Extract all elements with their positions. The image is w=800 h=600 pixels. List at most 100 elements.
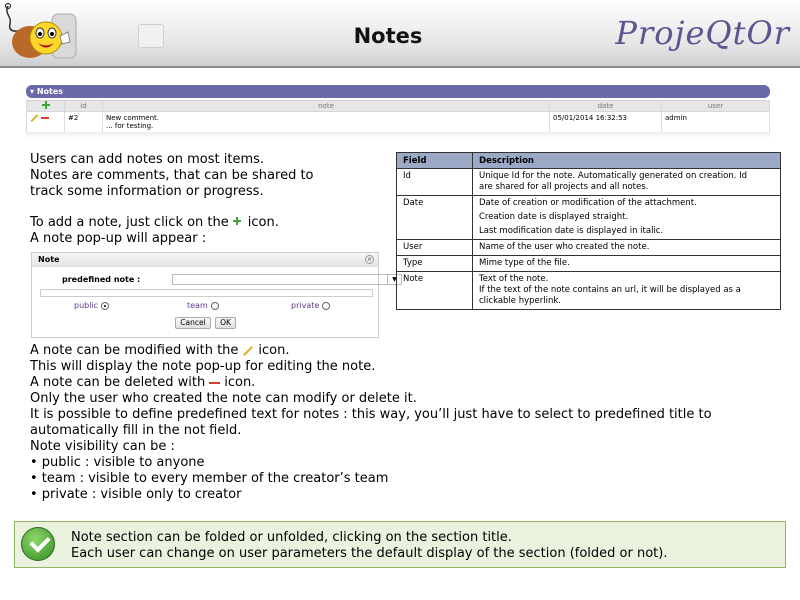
placeholder-box [138,24,164,48]
brand-logo-text: ProjeQtOr [615,14,790,52]
tip-callout: Note section can be folded or unfolded, … [14,521,786,568]
slide-header: Notes ProjeQtOr [0,0,800,68]
description-cell: Mime type of the file. [472,255,781,272]
delete-icon[interactable] [41,117,50,119]
text-line: Only the user who created the note can m… [30,391,417,406]
radio-button[interactable] [322,301,331,310]
add-icon[interactable] [41,101,50,109]
add-icon [232,217,244,228]
text-line: A note can be deleted with [30,375,206,390]
text-line: Creation date is displayed straight. [479,212,629,222]
text-line: If the text of the note contains an url,… [479,285,741,295]
popup-title-bar: Note × [32,253,378,267]
table-row: Note Text of the note. If the text of th… [396,271,781,310]
smiley-mascot-logo [4,2,77,59]
notes-section-title[interactable]: ▾ Notes [26,85,770,98]
notes-table: id note date user #2 New comment. ... fo… [26,100,770,134]
body-text: A note can be modified with the icon. Thi… [30,343,712,503]
text-line: Note visibility can be : [30,439,175,454]
cell-id: #2 [64,111,103,134]
section-shadow [26,132,770,138]
page-title: Notes [353,24,423,48]
text-line: A note can be modified with the [30,343,239,358]
popup-title: Note [38,255,60,264]
text-line: Each user can change on user parameters … [71,546,668,561]
visibility-public[interactable]: public [74,301,110,310]
text-line: A note pop-up will appear : [30,231,207,246]
field-cell: Type [396,255,473,272]
radio-label: public [74,301,99,310]
add-note-header[interactable] [26,100,65,112]
text-line: Unique Id for the note. Automatically ge… [479,171,748,181]
text-line: are shared for all projects and all note… [479,182,649,192]
edit-icon[interactable] [30,114,39,122]
text-line: Users can add notes on most items. [30,152,265,167]
notes-section-label: Notes [36,87,64,96]
callout-text: Note section can be folded or unfolded, … [71,530,667,562]
notes-table-header: id note date user [26,100,770,112]
cancel-button[interactable]: Cancel [175,317,211,329]
edit-icon [243,345,254,356]
text-line: This will display the note pop-up for ed… [30,359,376,374]
field-header: Field [396,152,473,169]
predefined-note-label: predefined note : [62,275,141,284]
note-text-field[interactable] [40,289,373,297]
description-cell: Date of creation or modification of the … [472,195,781,240]
col-user: user [661,100,770,112]
text-line: It is possible to define predefined text… [30,407,712,422]
list-item: • private : visible only to creator [30,487,242,502]
text-line: Last modification date is displayed in i… [479,226,664,236]
table-row: Type Mime type of the file. [396,255,781,272]
description-cell: Text of the note. If the text of the not… [472,271,781,310]
cell-note: New comment. ... for testing. [102,111,550,134]
list-item: • public : visible to anyone [30,455,205,470]
check-icon [21,527,55,561]
field-description-table: Field Description Id Unique Id for the n… [396,152,781,310]
radio-button[interactable] [101,301,110,310]
text-line: icon. [247,215,279,230]
table-row: User Name of the user who created the no… [396,239,781,256]
field-cell: Id [396,168,473,196]
table-row: Date Date of creation or modification of… [396,195,781,240]
intro-text: Users can add notes on most items. Notes… [30,152,314,200]
note-line: New comment. [106,114,159,122]
radio-button[interactable] [210,301,219,310]
note-line: ... for testing. [106,122,154,130]
list-item: • team : visible to every member of the … [30,471,389,486]
table-header-row: Field Description [396,152,781,169]
text-line: Text of the note. [479,274,549,284]
table-row: #2 New comment. ... for testing. 05/01/2… [26,111,770,134]
delete-line: A note can be deleted with icon. [30,375,712,391]
cell-date: 05/01/2014 16:32:53 [549,111,662,134]
visibility-private[interactable]: private [291,301,331,310]
text-line: automatically fill in the not field. [30,423,242,438]
col-note: note [102,100,550,112]
description-cell: Name of the user who created the note. [472,239,781,256]
description-header: Description [472,152,781,169]
text-line: Date of creation or modification of the … [479,198,697,208]
text-line: Note section can be folded or unfolded, … [71,530,512,545]
delete-icon [209,381,221,384]
text-line: track some information or progress. [30,184,264,199]
ok-button[interactable]: OK [215,317,236,329]
field-cell: Note [396,271,473,310]
predefined-note-select[interactable]: ▼ [172,274,402,285]
field-cell: Date [396,195,473,240]
visibility-team[interactable]: team [187,301,219,310]
table-row: Id Unique Id for the note. Automatically… [396,168,781,196]
radio-label: private [291,301,320,310]
close-icon[interactable]: × [365,255,374,264]
add-instruction: To add a note, just click on the icon. A … [30,215,279,247]
text-line: To add a note, just click on the [30,215,229,230]
text-line: clickable hyperlink. [479,296,562,306]
text-line: icon. [224,375,256,390]
field-cell: User [396,239,473,256]
text-line: icon. [258,343,290,358]
cell-user: admin [661,111,770,134]
radio-label: team [187,301,208,310]
note-popup: Note × predefined note : ▼ public team p… [31,252,402,338]
col-date: date [549,100,662,112]
row-actions [26,111,65,134]
description-cell: Unique Id for the note. Automatically ge… [472,168,781,196]
text-line: Notes are comments, that can be shared t… [30,168,314,183]
